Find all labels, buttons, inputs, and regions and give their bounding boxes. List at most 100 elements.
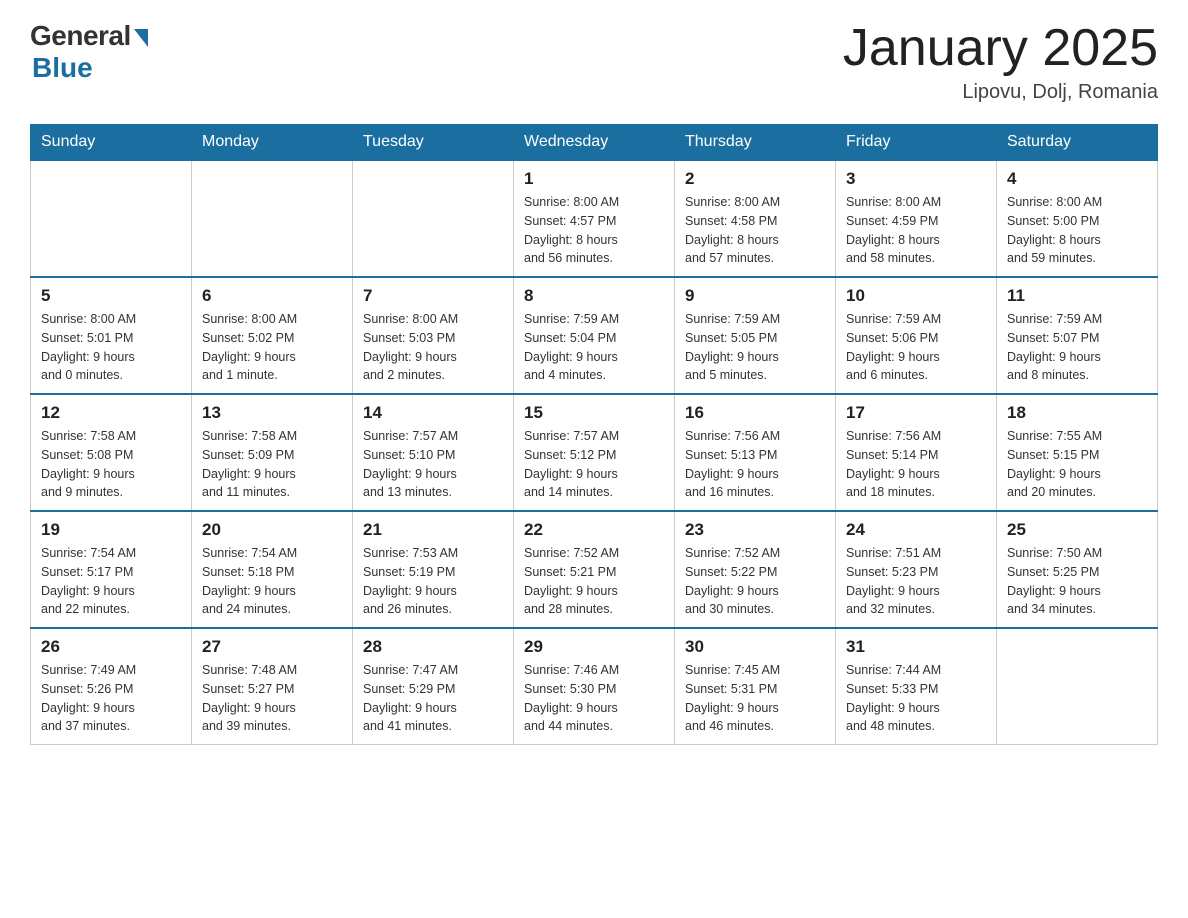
calendar-day-cell: 20Sunrise: 7:54 AM Sunset: 5:18 PM Dayli… (192, 511, 353, 628)
day-info: Sunrise: 7:59 AM Sunset: 5:07 PM Dayligh… (1007, 310, 1147, 385)
day-number: 24 (846, 520, 986, 540)
day-info: Sunrise: 8:00 AM Sunset: 5:02 PM Dayligh… (202, 310, 342, 385)
calendar-day-cell: 29 Sunrise: 7:46 AM Sunset: 5:30 PM Dayli… (514, 628, 675, 745)
day-info: Sunrise: 8:00 AM Sunset: 5:00 PM Dayligh… (1007, 193, 1147, 268)
month-title: January 2025 (843, 20, 1158, 77)
calendar-day-cell: 7 Sunrise: 8:00 AM Sunset: 5:03 PM Daylig… (353, 277, 514, 394)
day-info: Sunrise: 7:55 AM Sunset: 5:15 PM Dayligh… (1007, 427, 1147, 502)
day-number: 12 (41, 403, 181, 423)
calendar-day-cell: 6 Sunrise: 8:00 AM Sunset: 5:02 PM Daylig… (192, 277, 353, 394)
calendar-day-cell: 4 Sunrise: 8:00 AM Sunset: 5:00 PM Daylig… (997, 160, 1158, 277)
day-info: Sunrise: 7:58 AM Sunset: 5:09 PM Dayligh… (202, 427, 342, 502)
day-info: Sunrise: 7:52 AM Sunset: 5:22 PM Dayligh… (685, 544, 825, 619)
calendar-day-cell: 9Sunrise: 7:59 AM Sunset: 5:05 PM Daylig… (675, 277, 836, 394)
calendar-week-row: 1Sunrise: 8:00 AM Sunset: 4:57 PM Daylig… (31, 160, 1158, 277)
calendar-day-cell: 18Sunrise: 7:55 AM Sunset: 5:15 PM Dayli… (997, 394, 1158, 511)
day-number: 29 (524, 637, 664, 657)
calendar-day-header: Monday (192, 125, 353, 161)
day-number: 11 (1007, 286, 1147, 306)
day-number: 3 (846, 169, 986, 189)
day-number: 27 (202, 637, 342, 657)
calendar-week-row: 19 Sunrise: 7:54 AM Sunset: 5:17 PM Dayli… (31, 511, 1158, 628)
day-info: Sunrise: 7:59 AM Sunset: 5:06 PM Dayligh… (846, 310, 986, 385)
day-number: 17 (846, 403, 986, 423)
day-number: 20 (202, 520, 342, 540)
day-number: 28 (363, 637, 503, 657)
day-number: 2 (685, 169, 825, 189)
day-number: 16 (685, 403, 825, 423)
calendar-table: SundayMondayTuesdayWednesdayThursdayFrid… (30, 124, 1158, 745)
calendar-day-header: Friday (836, 125, 997, 161)
day-number: 1 (524, 169, 664, 189)
day-number: 26 (41, 637, 181, 657)
calendar-day-cell: 14 Sunrise: 7:57 AM Sunset: 5:10 PM Dayli… (353, 394, 514, 511)
location-text: Lipovu, Dolj, Romania (843, 81, 1158, 104)
calendar-day-cell: 28 Sunrise: 7:47 AM Sunset: 5:29 PM Dayli… (353, 628, 514, 745)
calendar-day-cell: 2 Sunrise: 8:00 AM Sunset: 4:58 PM Daylig… (675, 160, 836, 277)
calendar-day-cell: 30 Sunrise: 7:45 AM Sunset: 5:31 PM Dayli… (675, 628, 836, 745)
day-info: Sunrise: 7:48 AM Sunset: 5:27 PM Dayligh… (202, 661, 342, 736)
calendar-day-cell: 25Sunrise: 7:50 AM Sunset: 5:25 PM Dayli… (997, 511, 1158, 628)
day-info: Sunrise: 7:46 AM Sunset: 5:30 PM Dayligh… (524, 661, 664, 736)
day-info: Sunrise: 7:56 AM Sunset: 5:13 PM Dayligh… (685, 427, 825, 502)
calendar-day-cell (997, 628, 1158, 745)
logo-arrow-icon (134, 29, 148, 47)
calendar-day-cell: 17 Sunrise: 7:56 AM Sunset: 5:14 PM Dayli… (836, 394, 997, 511)
calendar-day-cell: 26Sunrise: 7:49 AM Sunset: 5:26 PM Dayli… (31, 628, 192, 745)
day-info: Sunrise: 8:00 AM Sunset: 5:03 PM Dayligh… (363, 310, 503, 385)
page-header: General Blue January 2025 Lipovu, Dolj, … (30, 20, 1158, 104)
day-number: 4 (1007, 169, 1147, 189)
logo: General Blue (30, 20, 148, 84)
calendar-day-cell (31, 160, 192, 277)
calendar-day-cell: 11 Sunrise: 7:59 AM Sunset: 5:07 PM Dayli… (997, 277, 1158, 394)
calendar-day-cell: 10 Sunrise: 7:59 AM Sunset: 5:06 PM Dayli… (836, 277, 997, 394)
calendar-header-row: SundayMondayTuesdayWednesdayThursdayFrid… (31, 125, 1158, 161)
day-info: Sunrise: 8:00 AM Sunset: 4:59 PM Dayligh… (846, 193, 986, 268)
day-number: 15 (524, 403, 664, 423)
day-number: 21 (363, 520, 503, 540)
calendar-day-cell: 16 Sunrise: 7:56 AM Sunset: 5:13 PM Dayli… (675, 394, 836, 511)
day-info: Sunrise: 7:54 AM Sunset: 5:17 PM Dayligh… (41, 544, 181, 619)
day-number: 8 (524, 286, 664, 306)
day-number: 31 (846, 637, 986, 657)
day-number: 30 (685, 637, 825, 657)
day-info: Sunrise: 7:52 AM Sunset: 5:21 PM Dayligh… (524, 544, 664, 619)
calendar-day-cell (353, 160, 514, 277)
day-number: 9 (685, 286, 825, 306)
title-block: January 2025 Lipovu, Dolj, Romania (843, 20, 1158, 104)
day-info: Sunrise: 7:47 AM Sunset: 5:29 PM Dayligh… (363, 661, 503, 736)
day-info: Sunrise: 8:00 AM Sunset: 4:58 PM Dayligh… (685, 193, 825, 268)
calendar-day-cell: 15 Sunrise: 7:57 AM Sunset: 5:12 PM Dayli… (514, 394, 675, 511)
calendar-day-cell: 24 Sunrise: 7:51 AM Sunset: 5:23 PM Dayli… (836, 511, 997, 628)
calendar-day-cell: 3 Sunrise: 8:00 AM Sunset: 4:59 PM Daylig… (836, 160, 997, 277)
day-number: 22 (524, 520, 664, 540)
day-info: Sunrise: 7:51 AM Sunset: 5:23 PM Dayligh… (846, 544, 986, 619)
calendar-day-cell: 13Sunrise: 7:58 AM Sunset: 5:09 PM Dayli… (192, 394, 353, 511)
day-number: 23 (685, 520, 825, 540)
day-info: Sunrise: 7:56 AM Sunset: 5:14 PM Dayligh… (846, 427, 986, 502)
day-number: 14 (363, 403, 503, 423)
calendar-day-cell: 12 Sunrise: 7:58 AM Sunset: 5:08 PM Dayli… (31, 394, 192, 511)
day-info: Sunrise: 7:57 AM Sunset: 5:10 PM Dayligh… (363, 427, 503, 502)
day-info: Sunrise: 7:57 AM Sunset: 5:12 PM Dayligh… (524, 427, 664, 502)
calendar-day-cell (192, 160, 353, 277)
calendar-day-cell: 1Sunrise: 8:00 AM Sunset: 4:57 PM Daylig… (514, 160, 675, 277)
calendar-day-cell: 22 Sunrise: 7:52 AM Sunset: 5:21 PM Dayli… (514, 511, 675, 628)
day-number: 25 (1007, 520, 1147, 540)
calendar-day-cell: 21Sunrise: 7:53 AM Sunset: 5:19 PM Dayli… (353, 511, 514, 628)
calendar-day-cell: 27 Sunrise: 7:48 AM Sunset: 5:27 PM Dayli… (192, 628, 353, 745)
day-info: Sunrise: 7:58 AM Sunset: 5:08 PM Dayligh… (41, 427, 181, 502)
calendar-week-row: 26Sunrise: 7:49 AM Sunset: 5:26 PM Dayli… (31, 628, 1158, 745)
day-info: Sunrise: 8:00 AM Sunset: 5:01 PM Dayligh… (41, 310, 181, 385)
day-number: 19 (41, 520, 181, 540)
day-number: 7 (363, 286, 503, 306)
calendar-day-header: Wednesday (514, 125, 675, 161)
calendar-day-cell: 31 Sunrise: 7:44 AM Sunset: 5:33 PM Dayli… (836, 628, 997, 745)
calendar-day-cell: 23 Sunrise: 7:52 AM Sunset: 5:22 PM Dayli… (675, 511, 836, 628)
calendar-week-row: 5 Sunrise: 8:00 AM Sunset: 5:01 PM Daylig… (31, 277, 1158, 394)
day-info: Sunrise: 7:44 AM Sunset: 5:33 PM Dayligh… (846, 661, 986, 736)
day-number: 6 (202, 286, 342, 306)
day-number: 10 (846, 286, 986, 306)
day-number: 5 (41, 286, 181, 306)
day-info: Sunrise: 7:45 AM Sunset: 5:31 PM Dayligh… (685, 661, 825, 736)
